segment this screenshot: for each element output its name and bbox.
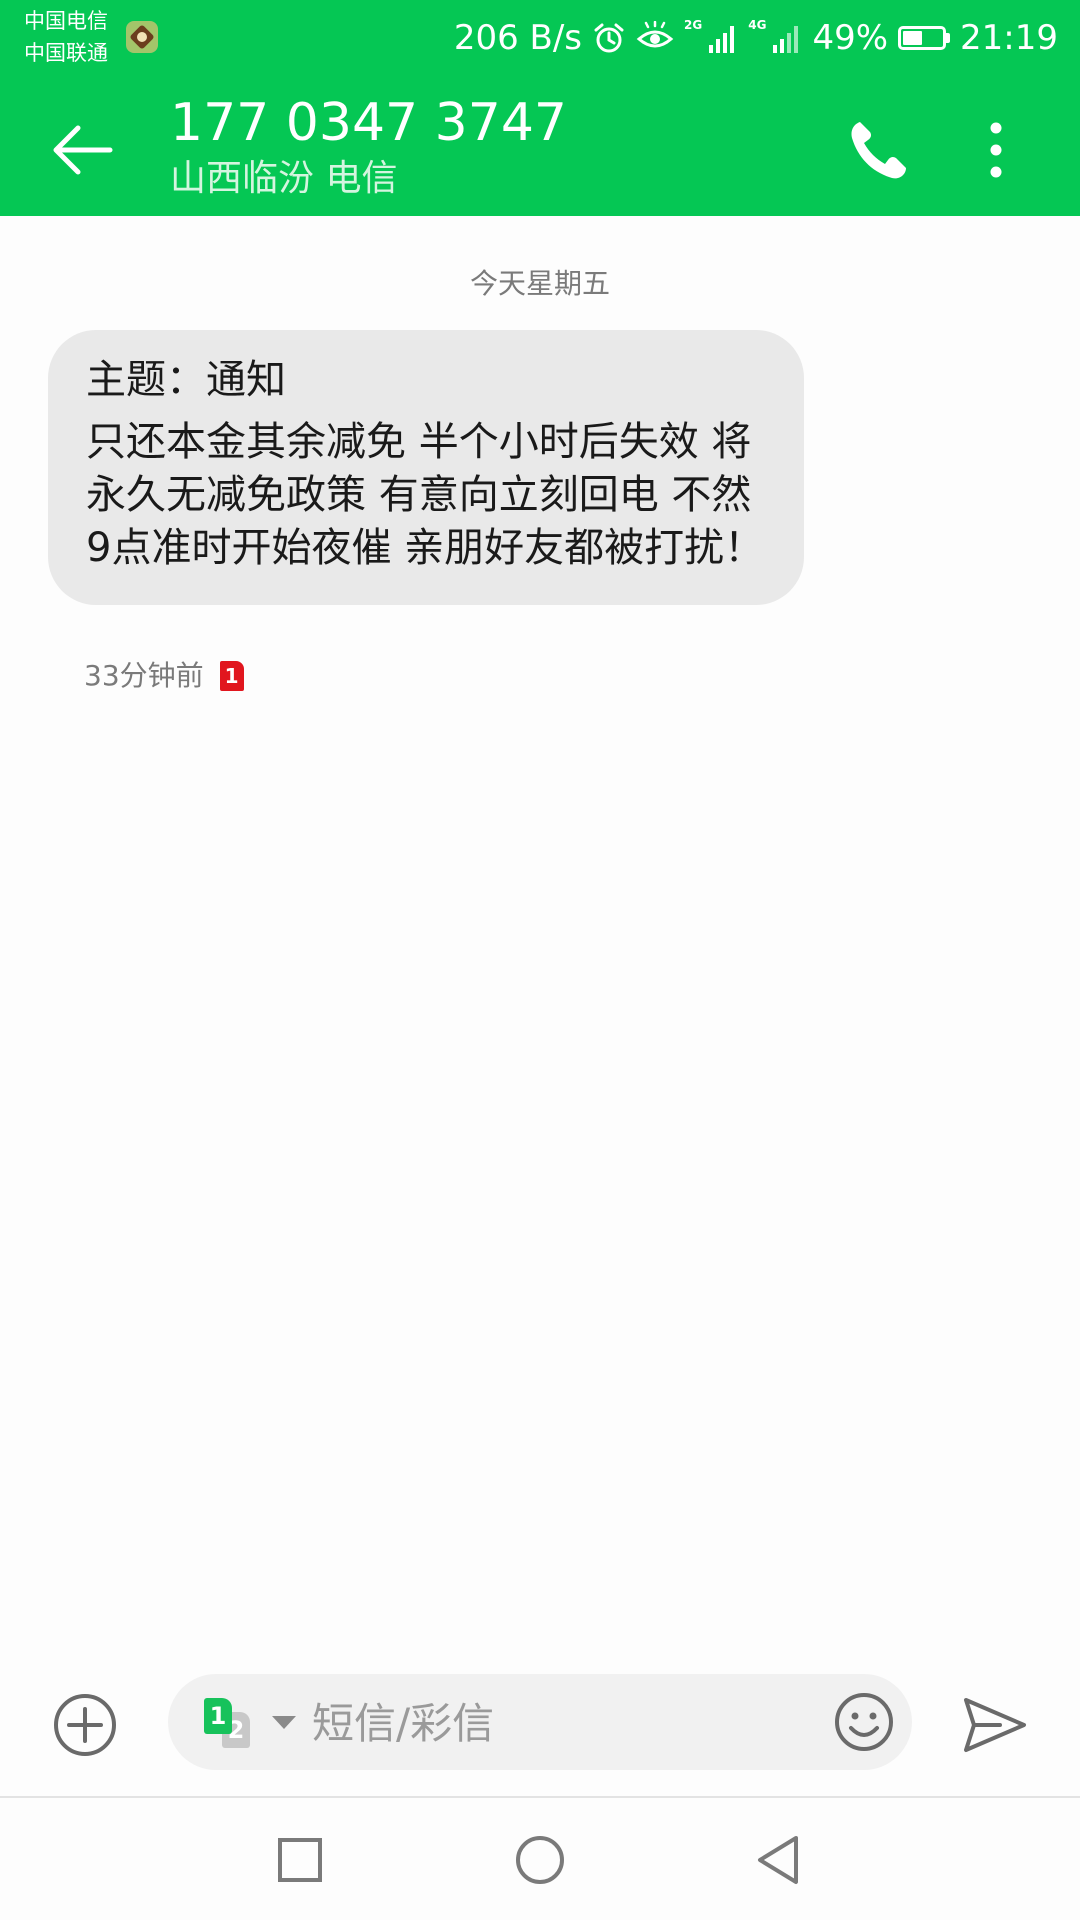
alarm-icon — [594, 23, 624, 53]
message-bubble[interactable]: 主题：通知 只还本金其余减免 半个小时后失效 将永久无减免政策 有意向立刻回电 … — [48, 330, 804, 605]
sim-1-icon: 1 — [204, 1698, 232, 1734]
message-meta: 33分钟前 1 — [84, 656, 244, 692]
battery-percent: 49% — [812, 18, 889, 58]
recents-square-icon[interactable] — [268, 1828, 332, 1892]
emoji-icon[interactable] — [832, 1690, 896, 1754]
signal-2-icon — [773, 26, 799, 53]
phone-call-icon[interactable] — [840, 112, 916, 188]
message-input[interactable] — [310, 1696, 754, 1750]
status-bar: 中国电信 中国联通 206 B/s 2G 4G 49% 21:19 — [0, 0, 1080, 76]
message-body: 只还本金其余减免 半个小时后失效 将永久无减免政策 有意向立刻回电 不然9点准时… — [86, 419, 765, 571]
network-speed: 206 B/s — [453, 18, 583, 58]
contact-location: 山西临汾 电信 — [170, 158, 398, 199]
chevron-down-icon[interactable] — [272, 1716, 296, 1729]
date-separator: 今天星期五 — [469, 267, 610, 300]
navigation-bar — [0, 1798, 1080, 1920]
carrier-1-label: 中国电信 — [24, 9, 108, 33]
eye-comfort-icon — [636, 21, 674, 48]
network-type-4g: 4G — [748, 18, 767, 32]
back-triangle-icon[interactable] — [748, 1828, 812, 1892]
network-type-2g: 2G — [684, 18, 703, 32]
more-options-icon[interactable] — [966, 112, 1026, 188]
notification-app-icon — [126, 21, 158, 53]
add-attachment-icon[interactable] — [50, 1690, 120, 1760]
message-subject: 主题：通知 — [86, 357, 286, 403]
back-arrow-icon[interactable] — [44, 112, 120, 188]
home-circle-icon[interactable] — [508, 1828, 572, 1892]
signal-1-icon — [709, 26, 735, 53]
compose-bar: 2 1 — [168, 1674, 912, 1770]
carrier-2-label: 中国联通 — [24, 41, 108, 65]
clock: 21:19 — [960, 18, 1058, 58]
conversation-header: 177 0347 3747 山西临汾 电信 — [0, 76, 1080, 216]
sim-card-icon: 1 — [219, 661, 244, 691]
battery-icon — [898, 26, 951, 50]
send-icon[interactable] — [960, 1690, 1030, 1760]
contact-number: 177 0347 3747 — [170, 93, 567, 153]
message-time: 33分钟前 — [84, 659, 204, 692]
status-indicators: 206 B/s 2G 4G 49% 21:19 — [454, 0, 1058, 76]
